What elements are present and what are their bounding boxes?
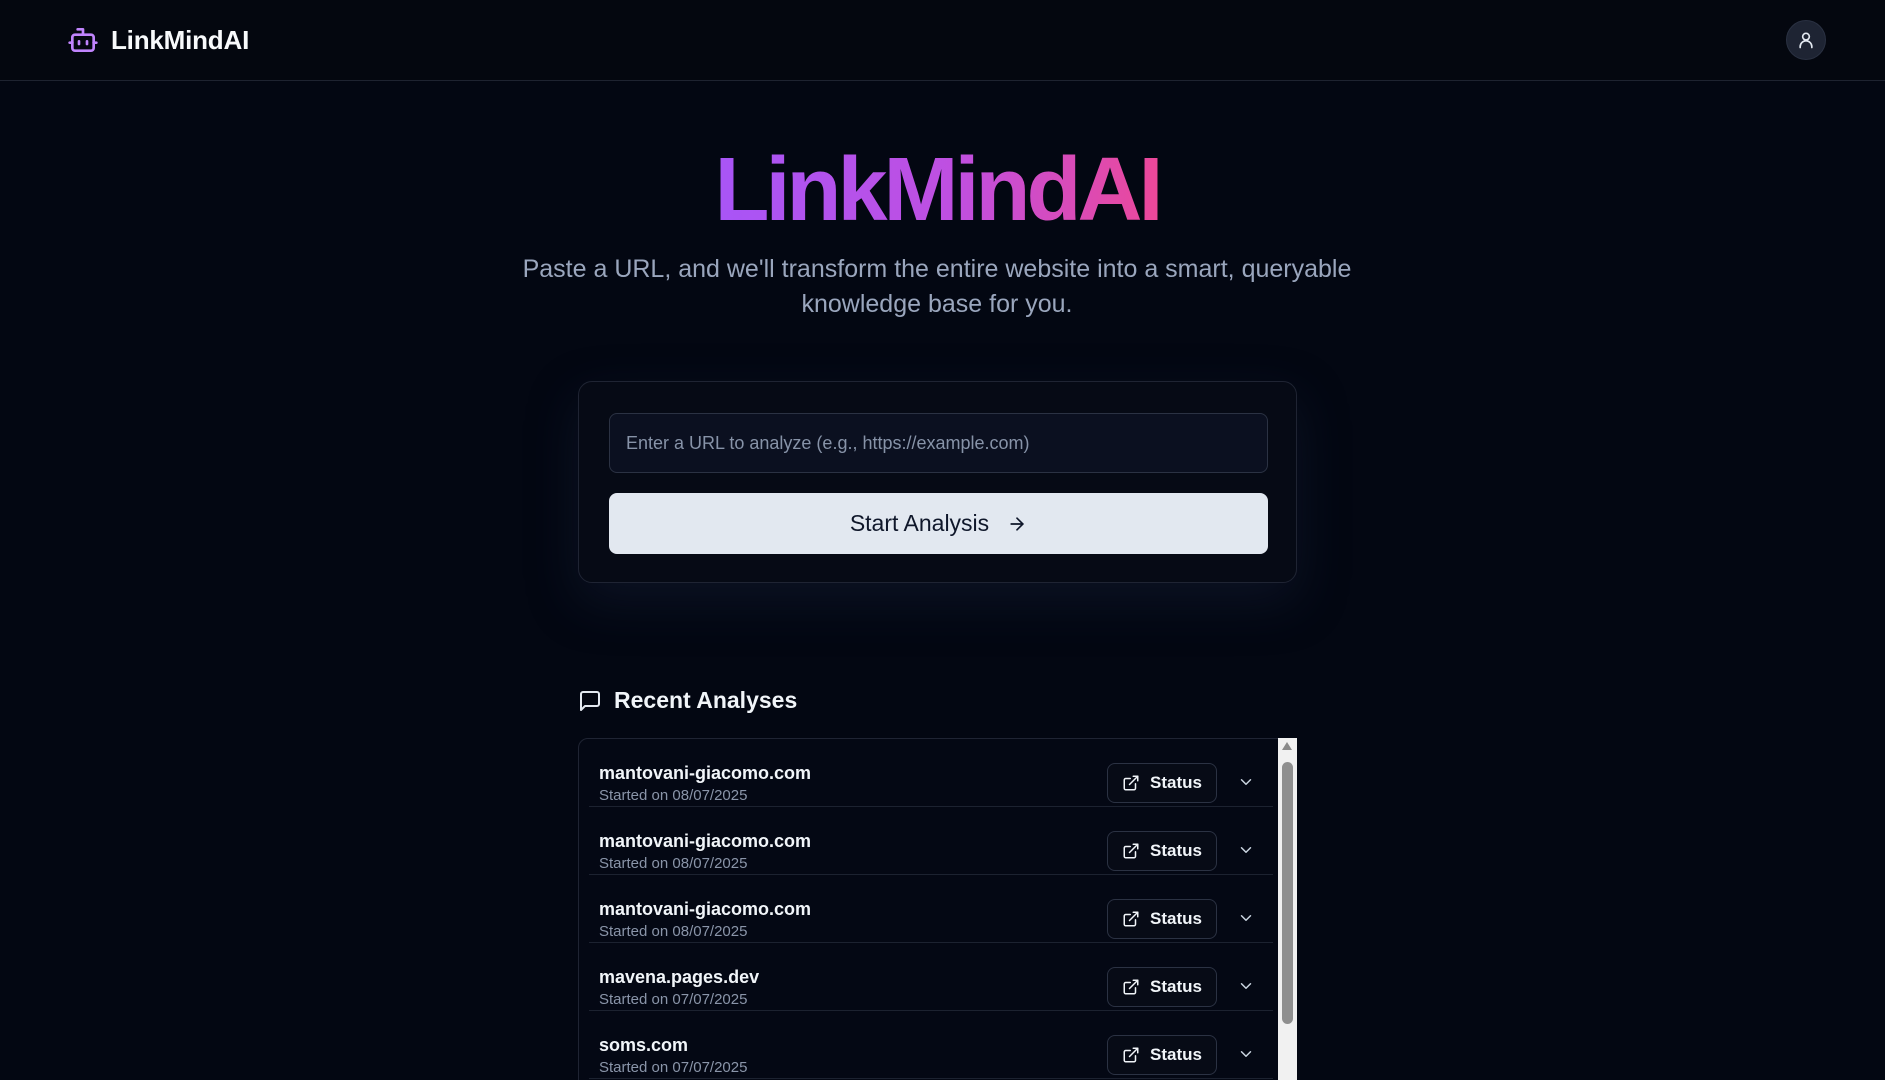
external-link-icon [1123, 775, 1139, 791]
scroll-thumb[interactable] [1282, 762, 1293, 1024]
external-link-icon [1123, 979, 1139, 995]
chevron-down-icon [1240, 983, 1252, 989]
user-icon [1799, 32, 1813, 49]
recent-analyses-title: Recent Analyses [614, 687, 798, 713]
analysis-date: Started on 08/07/2025 [599, 855, 748, 872]
url-input[interactable] [609, 413, 1268, 473]
user-menu-button[interactable] [1786, 20, 1826, 60]
status-label: Status [1150, 977, 1202, 996]
analysis-domain: mantovani-giacomo.com [599, 899, 812, 919]
arrow-right-icon [1010, 516, 1024, 531]
status-label: Status [1150, 909, 1202, 928]
chevron-down-icon [1240, 1051, 1252, 1057]
expand-toggle[interactable] [1237, 977, 1257, 997]
hero-subtitle: Paste a URL, and we'll transform the ent… [522, 255, 1352, 318]
expand-toggle[interactable] [1237, 841, 1257, 861]
analysis-date: Started on 07/07/2025 [599, 1059, 748, 1076]
analysis-date: Started on 08/07/2025 [599, 923, 748, 940]
status-label: Status [1150, 841, 1202, 860]
list-item: mantovani-giacomo.com Started on 08/07/2… [589, 739, 1273, 807]
start-analysis-button[interactable]: Start Analysis [609, 493, 1268, 554]
list-item: soms.com Started on 07/07/2025 Status [589, 1011, 1273, 1079]
expand-toggle[interactable] [1237, 1045, 1257, 1065]
list-item: mantovani-giacomo.com Started on 08/07/2… [589, 875, 1273, 943]
status-label: Status [1150, 1045, 1202, 1064]
list-item: mavena.pages.dev Started on 07/07/2025 S… [589, 943, 1273, 1011]
analysis-domain: mantovani-giacomo.com [599, 763, 812, 783]
list-scrollbar[interactable] [1278, 738, 1297, 1080]
chevron-down-icon [1240, 915, 1252, 921]
chevron-down-icon [1240, 847, 1252, 853]
chevron-down-icon [1240, 779, 1252, 785]
expand-toggle[interactable] [1237, 909, 1257, 929]
start-analysis-label: Start Analysis [849, 510, 990, 536]
brand-name: LinkMindAI [111, 24, 250, 55]
analysis-date: Started on 07/07/2025 [599, 991, 748, 1008]
hero-title: LinkMindAI [0, 140, 1874, 240]
scroll-up-arrow[interactable] [1282, 742, 1292, 750]
external-link-icon [1123, 911, 1139, 927]
status-button[interactable]: Status [1107, 831, 1217, 871]
expand-toggle[interactable] [1237, 773, 1257, 793]
hero-title-text: LinkMindAI [714, 140, 1164, 240]
status-button[interactable]: Status [1107, 967, 1217, 1007]
analyze-card: Start Analysis [578, 381, 1297, 583]
recent-analyses-heading: Recent Analyses [578, 687, 797, 714]
analysis-domain: soms.com [599, 1035, 689, 1055]
top-bar: LinkMindAI [0, 0, 1885, 81]
robot-icon [68, 28, 98, 52]
external-link-icon [1123, 1047, 1139, 1063]
status-button[interactable]: Status [1107, 763, 1217, 803]
analysis-date: Started on 08/07/2025 [599, 787, 748, 804]
analysis-domain: mavena.pages.dev [599, 967, 760, 987]
list-item: mantovani-giacomo.com Started on 08/07/2… [589, 807, 1273, 875]
recent-analyses-list: mantovani-giacomo.com Started on 08/07/2… [578, 738, 1297, 1080]
status-button[interactable]: Status [1107, 899, 1217, 939]
analysis-domain: mantovani-giacomo.com [599, 831, 812, 851]
external-link-icon [1123, 843, 1139, 859]
brand[interactable]: LinkMindAI [67, 24, 249, 56]
status-button[interactable]: Status [1107, 1035, 1217, 1075]
message-square-icon [580, 690, 600, 711]
status-label: Status [1150, 773, 1202, 792]
